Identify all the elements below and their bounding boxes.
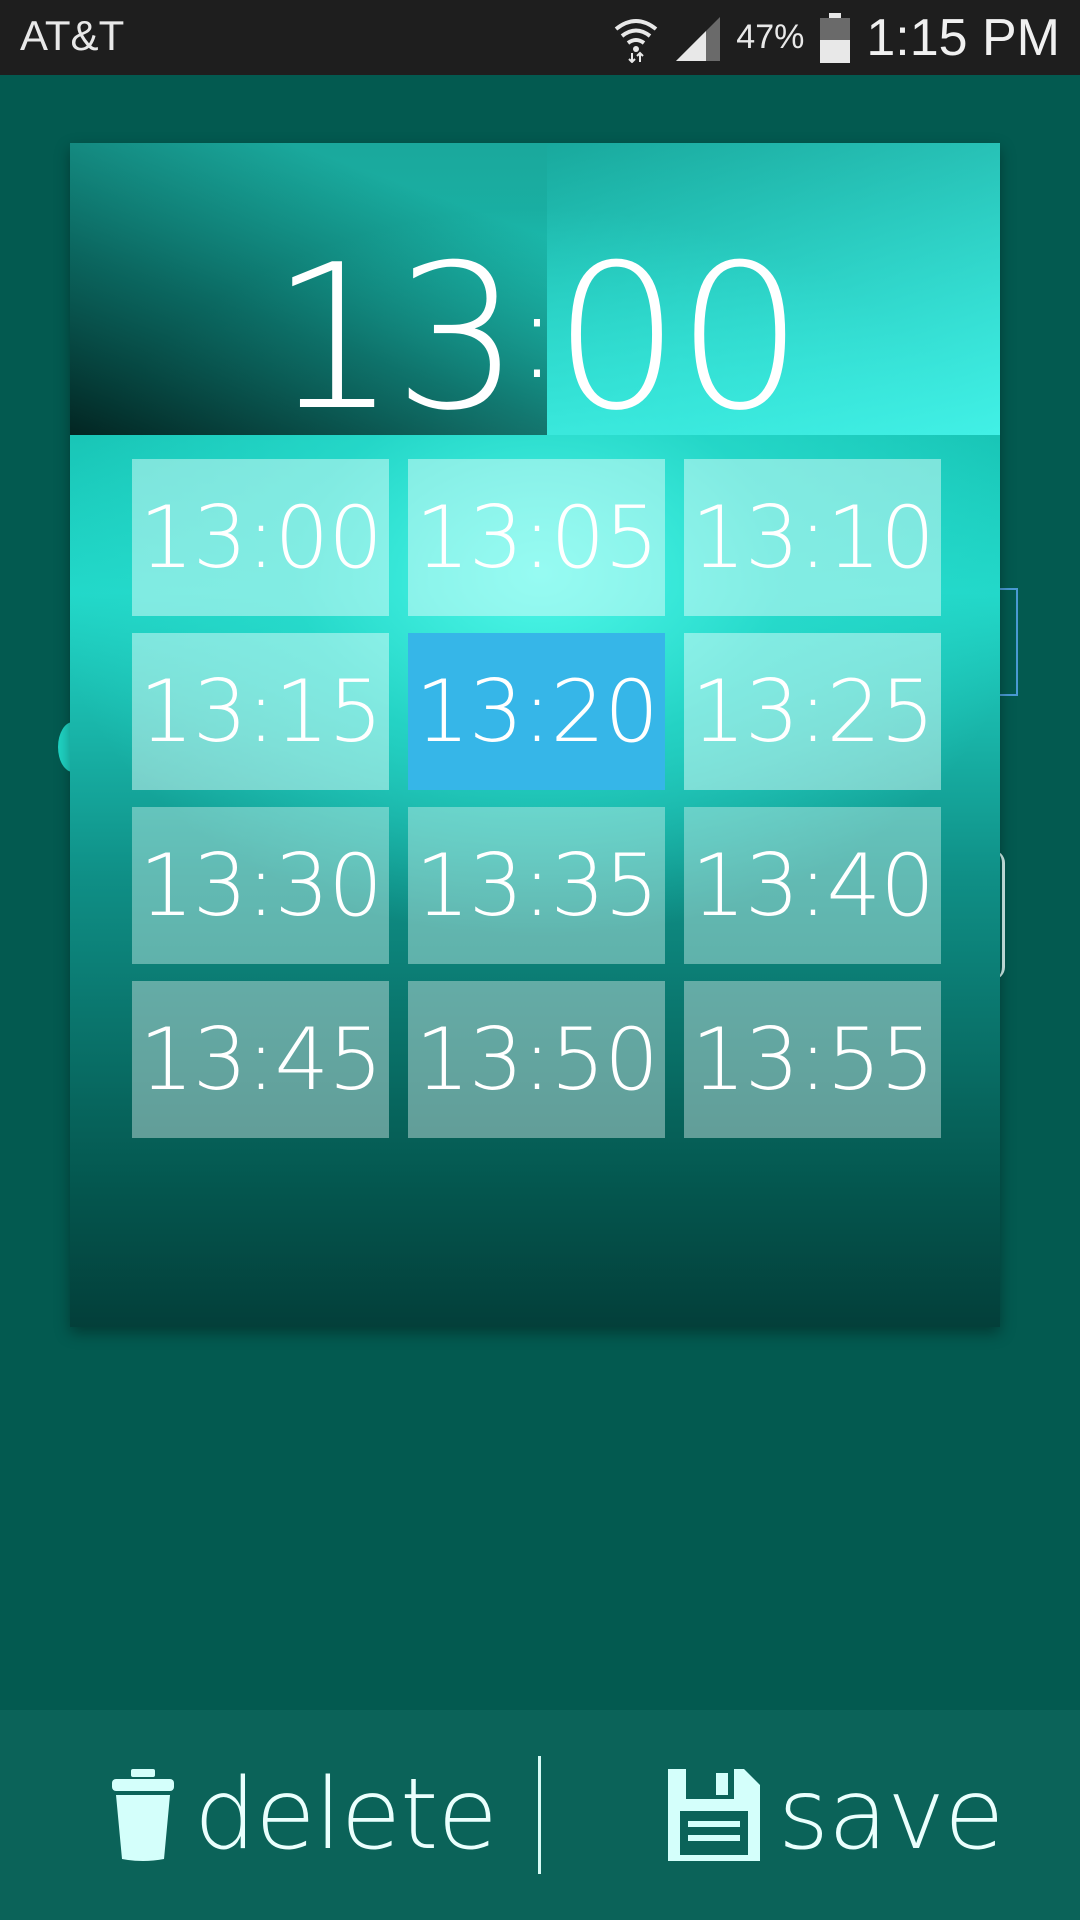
delete-button[interactable]: delete [110,1710,498,1920]
time-option-selected[interactable]: 13:20 [408,633,665,790]
bottom-action-bar: delete save [0,1710,1080,1920]
signal-icon [674,15,722,61]
status-bar: AT&T 47% 1:15 PM [0,0,1080,75]
time-option[interactable]: 13:05 [408,459,665,616]
time-option[interactable]: 13:00 [132,459,389,616]
status-icons: 47% 1:15 PM [612,0,1060,75]
selected-time-display: 13:00 [70,239,1000,439]
clock: 1:15 PM [866,8,1060,67]
time-option[interactable]: 13:15 [132,633,389,790]
trash-icon [110,1769,176,1861]
wifi-icon [612,13,660,63]
save-label: save [778,1758,1004,1872]
minute-options-grid: 13:00 13:05 13:10 13:15 13:20 13:25 13:3… [132,459,941,1138]
time-option[interactable]: 13:30 [132,807,389,964]
time-option[interactable]: 13:35 [408,807,665,964]
time-picker-dialog: 13:00 13:00 13:05 13:10 13:15 13:20 13:2… [70,143,1000,1327]
time-option[interactable]: 13:40 [684,807,941,964]
minutes-value[interactable]: 00 [553,222,803,455]
time-option[interactable]: 13:45 [132,981,389,1138]
battery-percent: 47% [736,18,805,56]
battery-icon [818,12,852,63]
carrier-name: AT&T [20,12,125,59]
delete-label: delete [194,1758,498,1872]
time-option[interactable]: 13:10 [684,459,941,616]
time-option[interactable]: 13:55 [684,981,941,1138]
save-button[interactable]: save [668,1710,1004,1920]
time-separator: : [516,267,557,406]
bottom-bar-divider [538,1756,541,1874]
hours-value[interactable]: 13 [270,222,520,455]
time-option[interactable]: 13:50 [408,981,665,1138]
time-option[interactable]: 13:25 [684,633,941,790]
floppy-disk-icon [668,1769,760,1861]
